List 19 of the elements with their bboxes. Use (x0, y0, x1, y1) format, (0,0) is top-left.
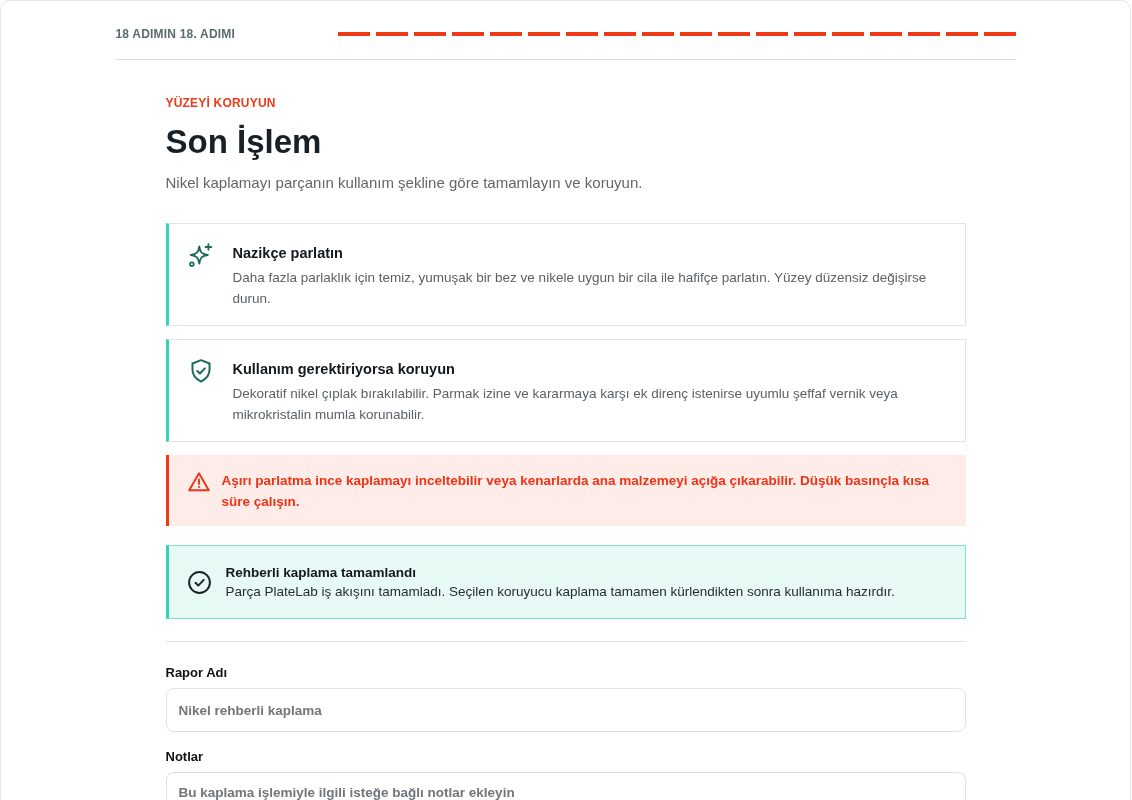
tip-text: Dekoratif nikel çıplak bırakılabilir. Parmak izine ve kararmaya karşı ek direnç istenirse uyumlu şeffaf vernik veya mikrokristalin mumla korunabilir. (232, 385, 899, 424)
shield-check-icon (188, 359, 213, 383)
page-subtitle: Nikel kaplamayı parçanın kullanım şekline göre tamamlayın ve koruyun. (165, 173, 644, 193)
success-text: Parça PlateLab iş akışını tamamladı. Seçilen koruyucu kaplama tamamen kürlendikten sonra kullanıma hazırdır. (225, 583, 896, 601)
field-label: Rapor Adı (165, 665, 229, 681)
sparkle-icon (188, 243, 213, 267)
tip-title: Nazikçe parlatın (232, 244, 344, 263)
tip-text: Daha fazla parlaklık için temiz, yumuşak bir bez ve nikele uygun bir cila ile hafifçe parlatın. Yüzey düzensiz değişirse durun. (232, 269, 928, 308)
page-title: Son İşlem (165, 122, 323, 162)
text-input[interactable]: Nikel rehberli kaplama (165, 688, 966, 732)
check-circle-icon (187, 570, 211, 594)
section-label: YÜZEYİ KORUYUN (165, 96, 277, 110)
step-label: 18 ADIMIN 18. ADIMI (115, 25, 237, 43)
success-title: Rehberli kaplama tamamlandı (225, 564, 418, 582)
warning-icon (187, 472, 210, 492)
notes-textarea[interactable]: Bu kaplama işlemiyle ilgili isteğe bağlı notlar ekleyin (165, 772, 966, 800)
field-label: Notlar (165, 749, 205, 765)
warning-text: Aşırı parlatma ince kaplamayı inceltebilir veya kenarlarda ana malzemeyi açığa çıkarabilir. Düşük basınçla kısa süre çalışın. (221, 472, 931, 511)
tip-title: Kullanım gerektiriyorsa koruyun (232, 360, 456, 379)
